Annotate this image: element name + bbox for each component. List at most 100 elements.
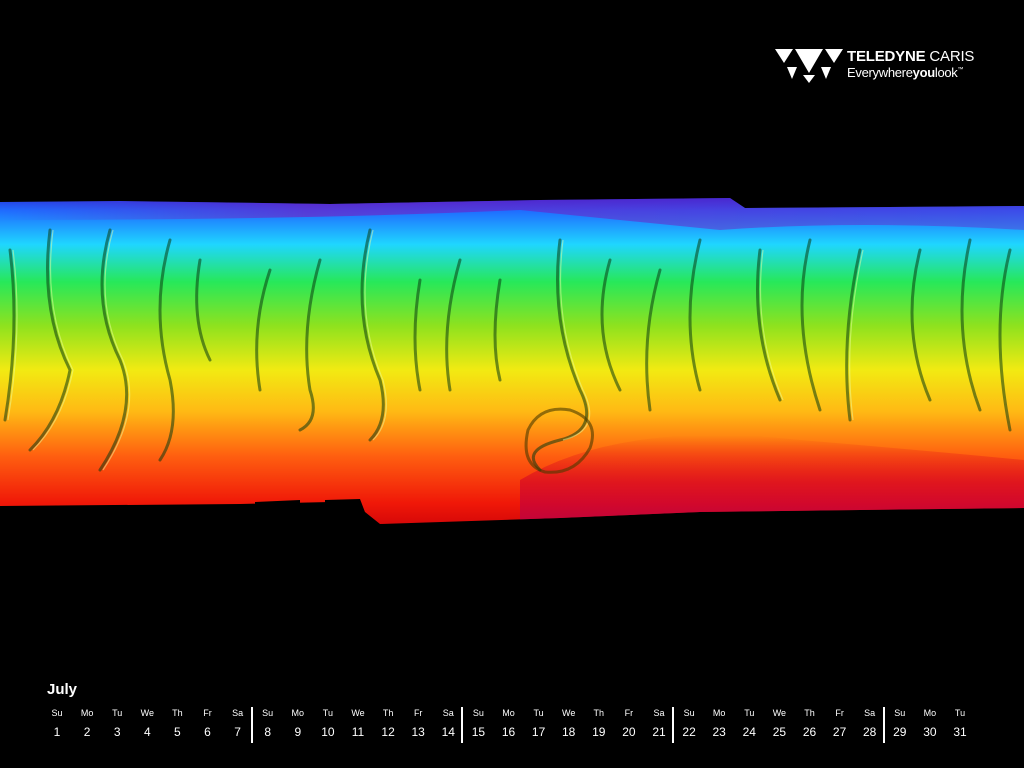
day-of-week-label: Tu <box>744 708 755 718</box>
day-of-week-label: Fr <box>835 708 844 718</box>
calendar-day: Mo 16 <box>494 707 524 739</box>
teledyne-caris-logo: TELEDYNE CARIS Everywhereyoulook™ <box>775 47 985 83</box>
calendar-day: Sa 14 <box>433 707 463 739</box>
day-number: 18 <box>562 725 576 739</box>
calendar-day: Mo 23 <box>704 707 734 739</box>
calendar-day: Su 15 <box>463 707 493 739</box>
day-number: 24 <box>742 725 756 739</box>
calendar-day: Tu 31 <box>945 707 975 739</box>
day-of-week-label: Tu <box>112 708 123 718</box>
calendar-day: Su 22 <box>674 707 704 739</box>
calendar-day: Mo 30 <box>915 707 945 739</box>
day-number: 22 <box>682 725 696 739</box>
month-name: July <box>47 681 78 698</box>
calendar-day: We 18 <box>554 707 584 739</box>
day-number: 1 <box>53 725 61 739</box>
day-of-week-label: Tu <box>322 708 333 718</box>
day-of-week-label: Su <box>262 708 274 718</box>
day-of-week-label: Su <box>51 708 63 718</box>
day-number: 13 <box>411 725 425 739</box>
day-number: 29 <box>893 725 907 739</box>
calendar-day: Fr 27 <box>825 707 855 739</box>
day-of-week-label: Tu <box>533 708 544 718</box>
day-of-week-label: Sa <box>864 708 876 718</box>
day-number: 20 <box>622 725 636 739</box>
day-number: 15 <box>471 725 486 739</box>
day-number: 8 <box>264 725 272 739</box>
calendar-day: Sa 28 <box>855 707 885 739</box>
day-of-week-label: Mo <box>502 708 515 718</box>
day-number: 27 <box>832 725 847 739</box>
brand-tagline: Everywhereyoulook™ <box>847 65 964 80</box>
day-number: 6 <box>204 725 211 739</box>
day-of-week-label: Mo <box>923 708 937 718</box>
calendar-day: Tu 10 <box>313 707 343 739</box>
calendar-day: Th 5 <box>162 707 192 739</box>
day-of-week-label: Su <box>472 708 484 718</box>
day-number: 30 <box>923 725 937 739</box>
calendar-day: Fr 13 <box>403 707 433 739</box>
day-number: 16 <box>501 725 516 739</box>
calendar-day: We 25 <box>764 707 794 739</box>
calendar-day: Mo 2 <box>72 707 102 739</box>
day-of-week-label: Fr <box>203 708 212 718</box>
calendar-day: Tu 17 <box>524 707 554 739</box>
day-of-week-label: We <box>562 708 576 718</box>
day-of-week-label: We <box>351 708 365 718</box>
day-of-week-label: Su <box>683 708 695 718</box>
day-number: 21 <box>652 725 666 739</box>
day-of-week-label: Mo <box>712 708 726 718</box>
day-number: 4 <box>143 725 151 739</box>
calendar-day: Tu 24 <box>734 707 764 739</box>
day-number: 3 <box>113 725 121 739</box>
day-of-week-label: Mo <box>291 708 305 718</box>
calendar-days: Su 1 Mo 2 Tu 3 We 4 Th 5 Fr 6 Sa 7 Su 8 Mo 9 Tu 10 We 11 Th 12 F… <box>42 707 982 747</box>
day-number: 17 <box>531 725 546 739</box>
day-of-week-label: Mo <box>80 708 94 718</box>
day-of-week-label: We <box>140 708 154 718</box>
calendar-day: Fr 20 <box>614 707 644 739</box>
day-number: 2 <box>83 725 91 739</box>
day-number: 19 <box>592 725 606 739</box>
day-of-week-label: We <box>772 708 787 718</box>
calendar-day: We 11 <box>343 707 373 739</box>
day-of-week-label: Th <box>382 708 394 718</box>
calendar-strip: July Su 1 Mo 2 Tu 3 We 4 Th 5 Fr 6 Sa 7 Su 8 Mo 9 Tu 10 We 11… <box>0 680 1024 768</box>
calendar-day: Sa 21 <box>644 707 674 739</box>
day-number: 31 <box>953 725 967 739</box>
day-of-week-label: Sa <box>442 708 454 718</box>
day-number: 9 <box>294 725 302 739</box>
day-of-week-label: Sa <box>232 708 244 718</box>
day-number: 10 <box>321 725 335 739</box>
day-of-week-label: Su <box>894 708 906 718</box>
calendar-day: Su 8 <box>253 707 283 739</box>
day-number: 11 <box>351 725 365 739</box>
day-of-week-label: Fr <box>624 708 634 718</box>
day-number: 26 <box>802 725 817 739</box>
calendar-day: Mo 9 <box>283 707 313 739</box>
day-of-week-label: Th <box>593 708 605 718</box>
day-number: 25 <box>772 725 787 739</box>
calendar-day: Th 26 <box>795 707 825 739</box>
day-of-week-label: Th <box>804 708 815 718</box>
day-of-week-label: Th <box>172 708 183 718</box>
calendar-day: Su 29 <box>885 707 915 739</box>
day-number: 5 <box>174 725 181 739</box>
calendar-day: We 4 <box>132 707 162 739</box>
day-number: 28 <box>863 725 877 739</box>
calendar-day: Sa 7 <box>223 707 253 739</box>
day-of-week-label: Fr <box>413 708 423 718</box>
day-number: 7 <box>234 725 241 739</box>
day-number: 23 <box>712 725 726 739</box>
day-of-week-label: Sa <box>653 708 665 718</box>
calendar-day: Th 19 <box>584 707 614 739</box>
teledyne-logo-icon <box>775 49 843 83</box>
calendar-day: Fr 6 <box>193 707 223 739</box>
calendar-day: Tu 3 <box>102 707 132 739</box>
day-of-week-label: Tu <box>954 708 966 718</box>
day-number: 14 <box>441 725 455 739</box>
day-number: 12 <box>381 725 395 739</box>
calendar-day: Su 1 <box>42 707 72 739</box>
bathymetry-image <box>0 198 1024 524</box>
brand-name: TELEDYNE CARIS <box>847 48 975 65</box>
